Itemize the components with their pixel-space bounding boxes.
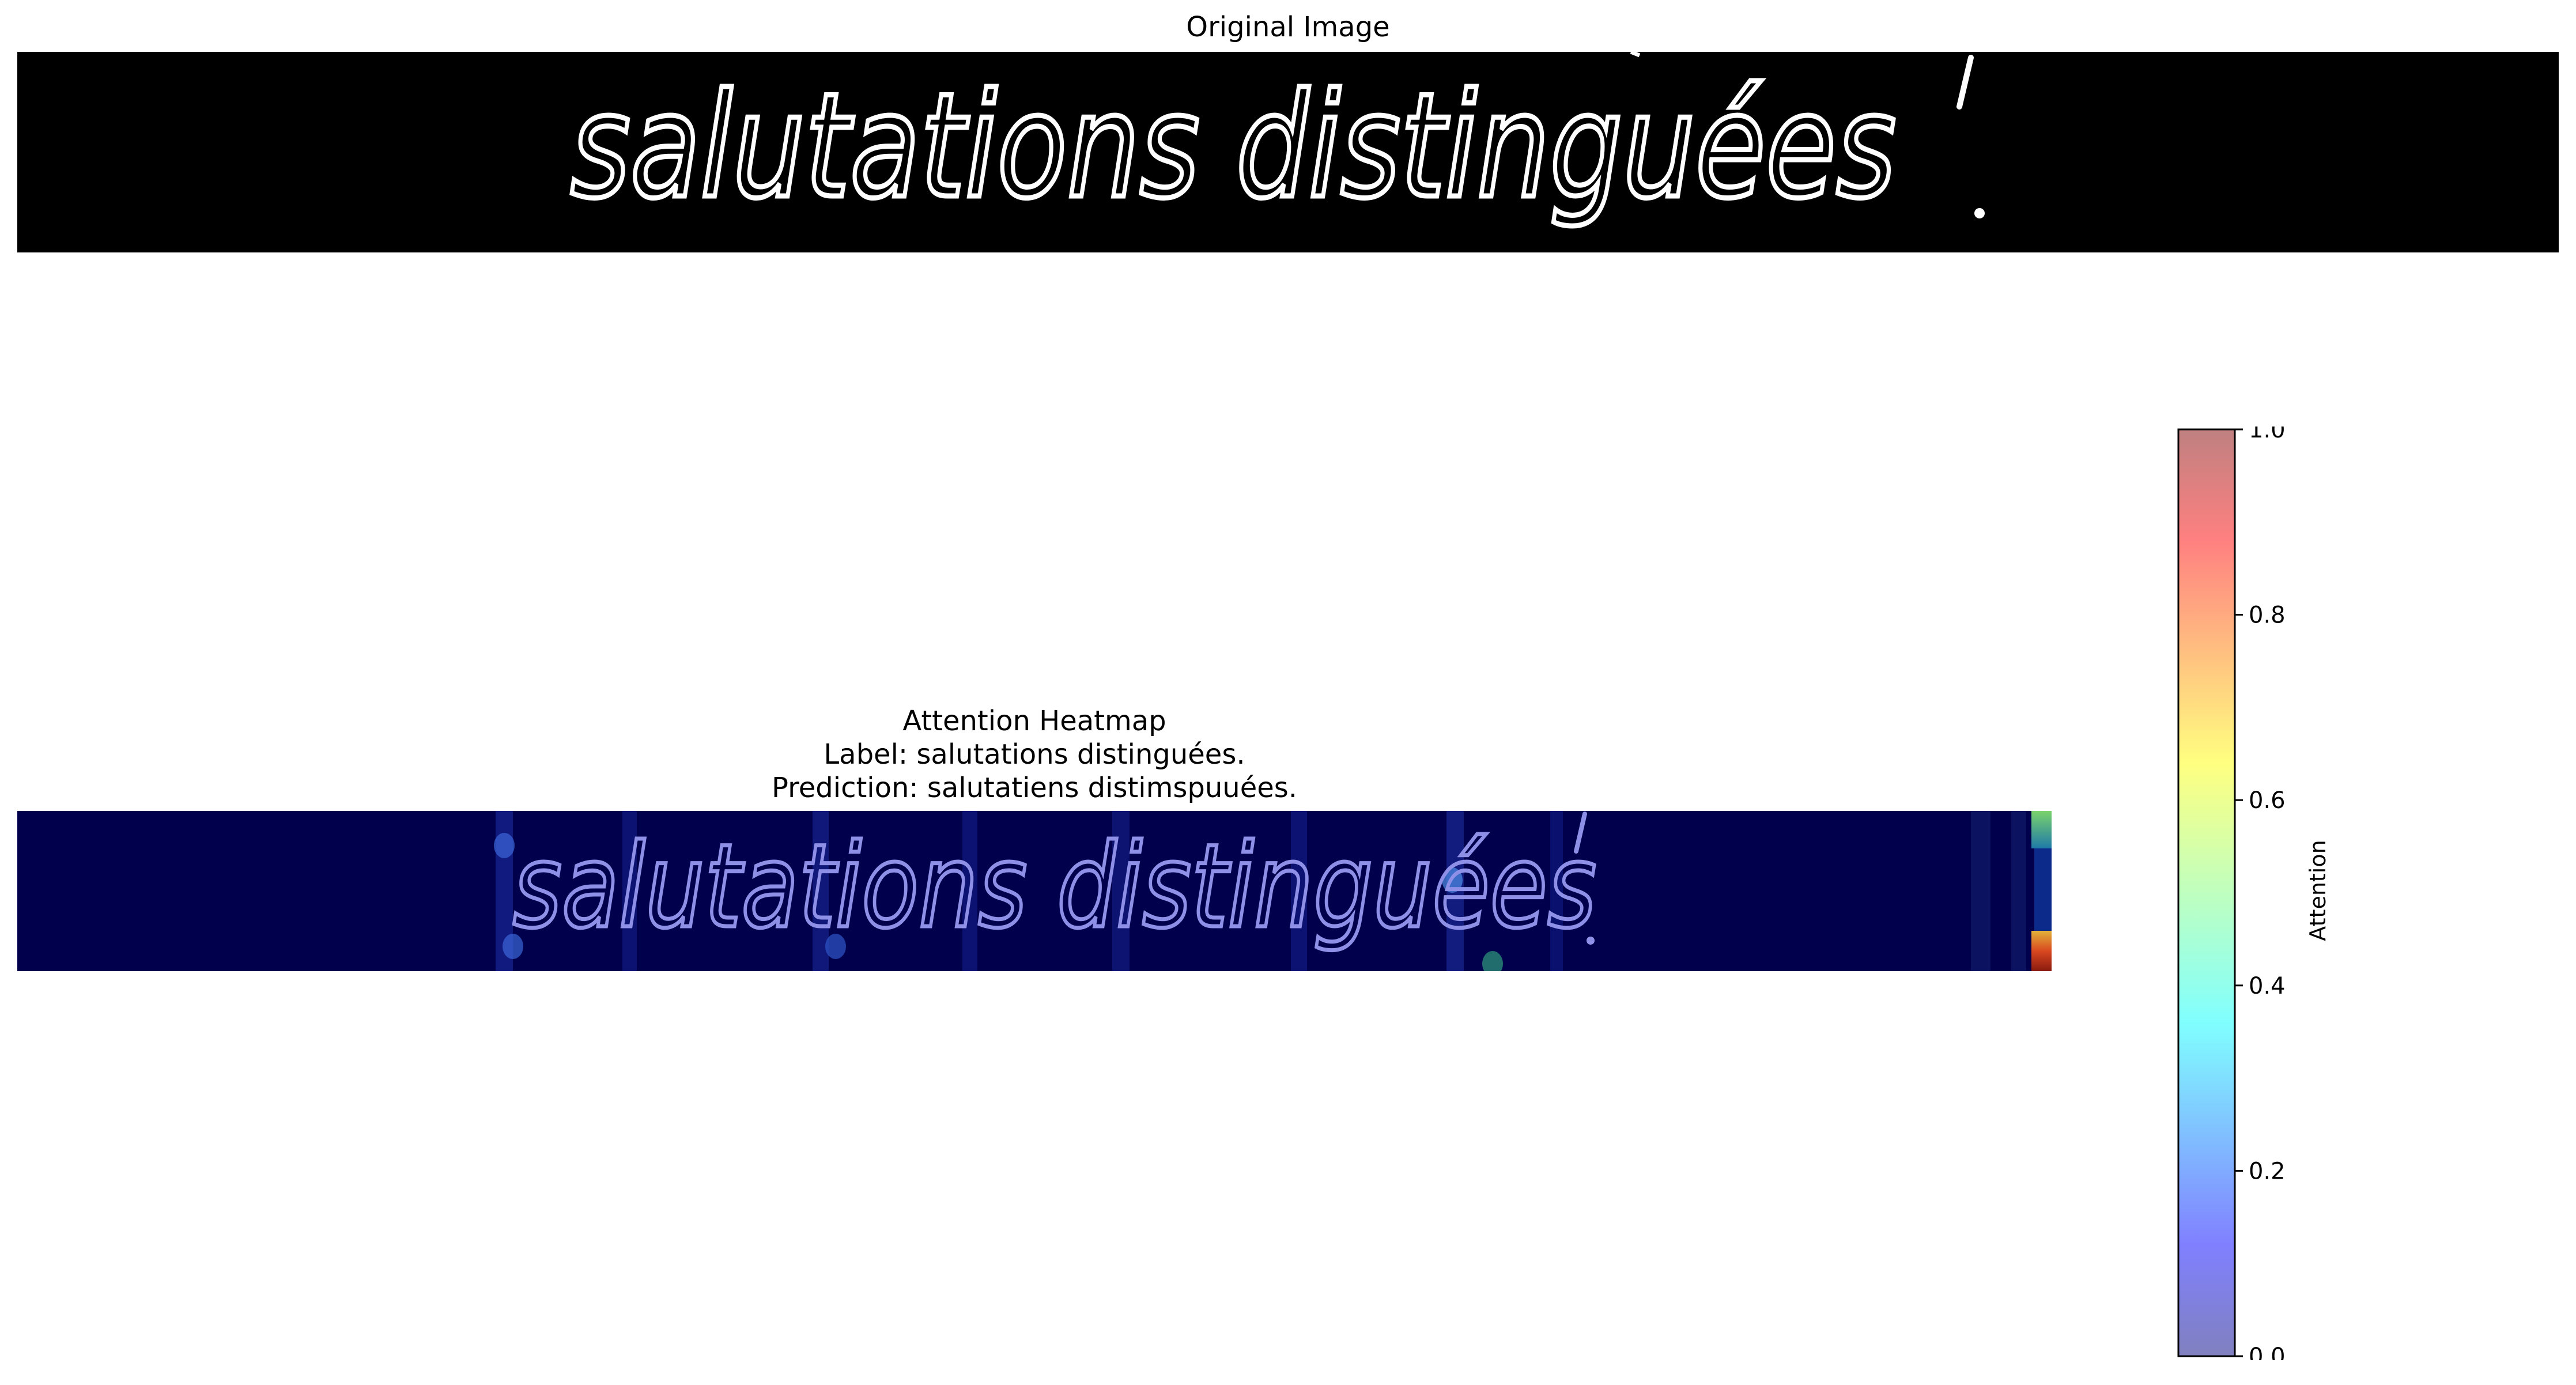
- colorbar-tick-label: 0.4: [2249, 973, 2286, 999]
- heatmap-handwriting-text: salutations distinguées: [513, 820, 1596, 954]
- original-handwriting: salutations distinguées: [568, 52, 1985, 233]
- period-dot: [1974, 208, 1985, 218]
- attention-stripe: [2011, 811, 2026, 971]
- colorbar-tick-label: 0.2: [2249, 1158, 2286, 1184]
- attention-hotspot: [494, 833, 515, 858]
- colorbar-label: Attention: [2305, 840, 2331, 941]
- colorbar-gradient: [2177, 428, 2236, 1357]
- flourish-mark: [1956, 55, 1974, 110]
- handwriting-text: salutations distinguées: [571, 62, 1896, 230]
- attention-hotspot: [1482, 951, 1503, 971]
- heatmap-edge-bottom-hotspot: [2031, 931, 2052, 971]
- colorbar-tick-label: 1.0: [2249, 427, 2286, 443]
- colorbar: 0.0 0.2 0.4 0.6 0.8 1.0 Attention: [2175, 417, 2360, 1370]
- heatmap-title: Attention Heatmap: [902, 705, 1166, 737]
- original-image-panel: salutations distinguées: [17, 52, 2559, 252]
- attention-stripe: [1971, 811, 1990, 971]
- heatmap-label-line: Label: salutations distinguées.: [824, 738, 1245, 771]
- heatmap-edge-mid-band: [2034, 848, 2052, 935]
- colorbar-tick-label: 0.0: [2249, 1344, 2286, 1360]
- heatmap-prediction-line: Prediction: salutatiens distimspuuées.: [771, 772, 1298, 804]
- heatmap-period-dot: [1587, 937, 1595, 945]
- top-tick-mark: [1630, 52, 1641, 58]
- attention-heatmap: salutations distinguées: [17, 811, 2052, 971]
- colorbar-tick-label: 0.6: [2249, 787, 2286, 814]
- colorbar-tick-label: 0.8: [2249, 602, 2286, 629]
- original-image-title: Original Image: [1186, 11, 1390, 43]
- colorbar-ticks: 0.0 0.2 0.4 0.6 0.8 1.0: [2235, 417, 2286, 1370]
- heatmap-edge-top-hotspot: [2031, 811, 2052, 848]
